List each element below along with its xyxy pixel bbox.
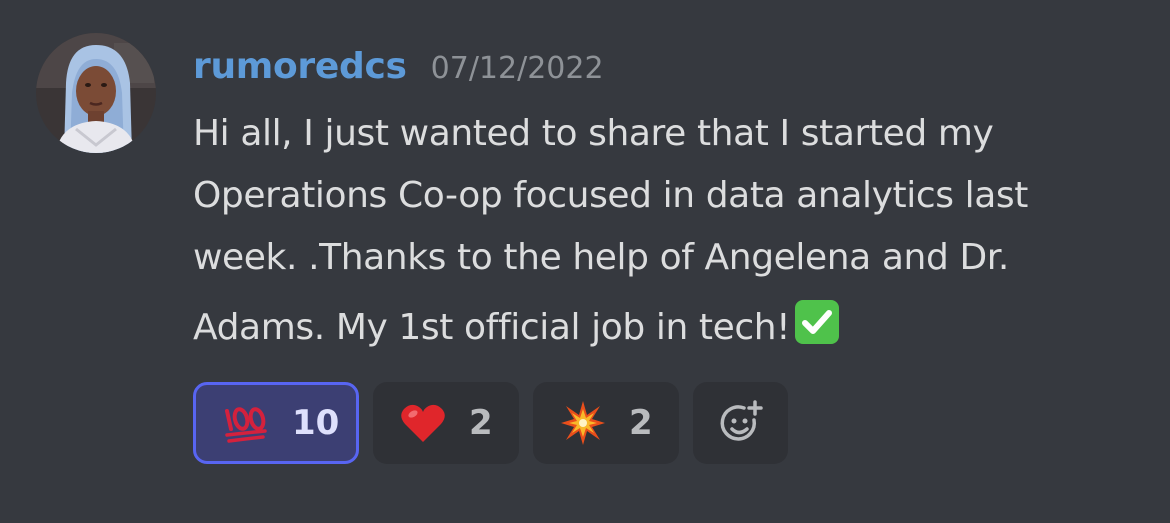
chat-message: rumoredcs 07/12/2022 Hi all, I just want… — [0, 0, 1170, 523]
timestamp[interactable]: 07/12/2022 — [431, 51, 604, 86]
white-check-mark-icon — [792, 297, 842, 347]
avatar-image — [36, 33, 156, 153]
reaction-count: 2 — [469, 403, 493, 443]
message-line: week. .Thanks to the help of Angelena an… — [193, 237, 1009, 278]
message-line: Hi all, I just wanted to share that I st… — [193, 113, 994, 154]
reaction-hundred-points[interactable]: 10 — [193, 382, 359, 464]
hundred-points-icon — [222, 399, 270, 447]
message-line: Operations Co-op focused in data analyti… — [193, 175, 1028, 216]
message-line: Adams. My 1st official job in tech! — [193, 307, 791, 348]
message-line-last: Adams. My 1st official job in tech! — [193, 297, 1143, 359]
reaction-count: 2 — [629, 403, 653, 443]
reaction-collision[interactable]: 2 — [533, 382, 679, 464]
reactions-bar: 10 2 2 — [193, 382, 788, 464]
message-header: rumoredcs 07/12/2022 — [193, 46, 604, 94]
red-heart-icon — [399, 399, 447, 447]
collision-icon — [559, 399, 607, 447]
reaction-red-heart[interactable]: 2 — [373, 382, 519, 464]
username[interactable]: rumoredcs — [193, 46, 407, 87]
add-reaction-button[interactable] — [693, 382, 788, 464]
add-reaction-icon — [717, 399, 765, 447]
avatar[interactable] — [36, 33, 156, 153]
message-content: Hi all, I just wanted to share that I st… — [193, 103, 1143, 359]
reaction-count: 10 — [292, 403, 340, 443]
